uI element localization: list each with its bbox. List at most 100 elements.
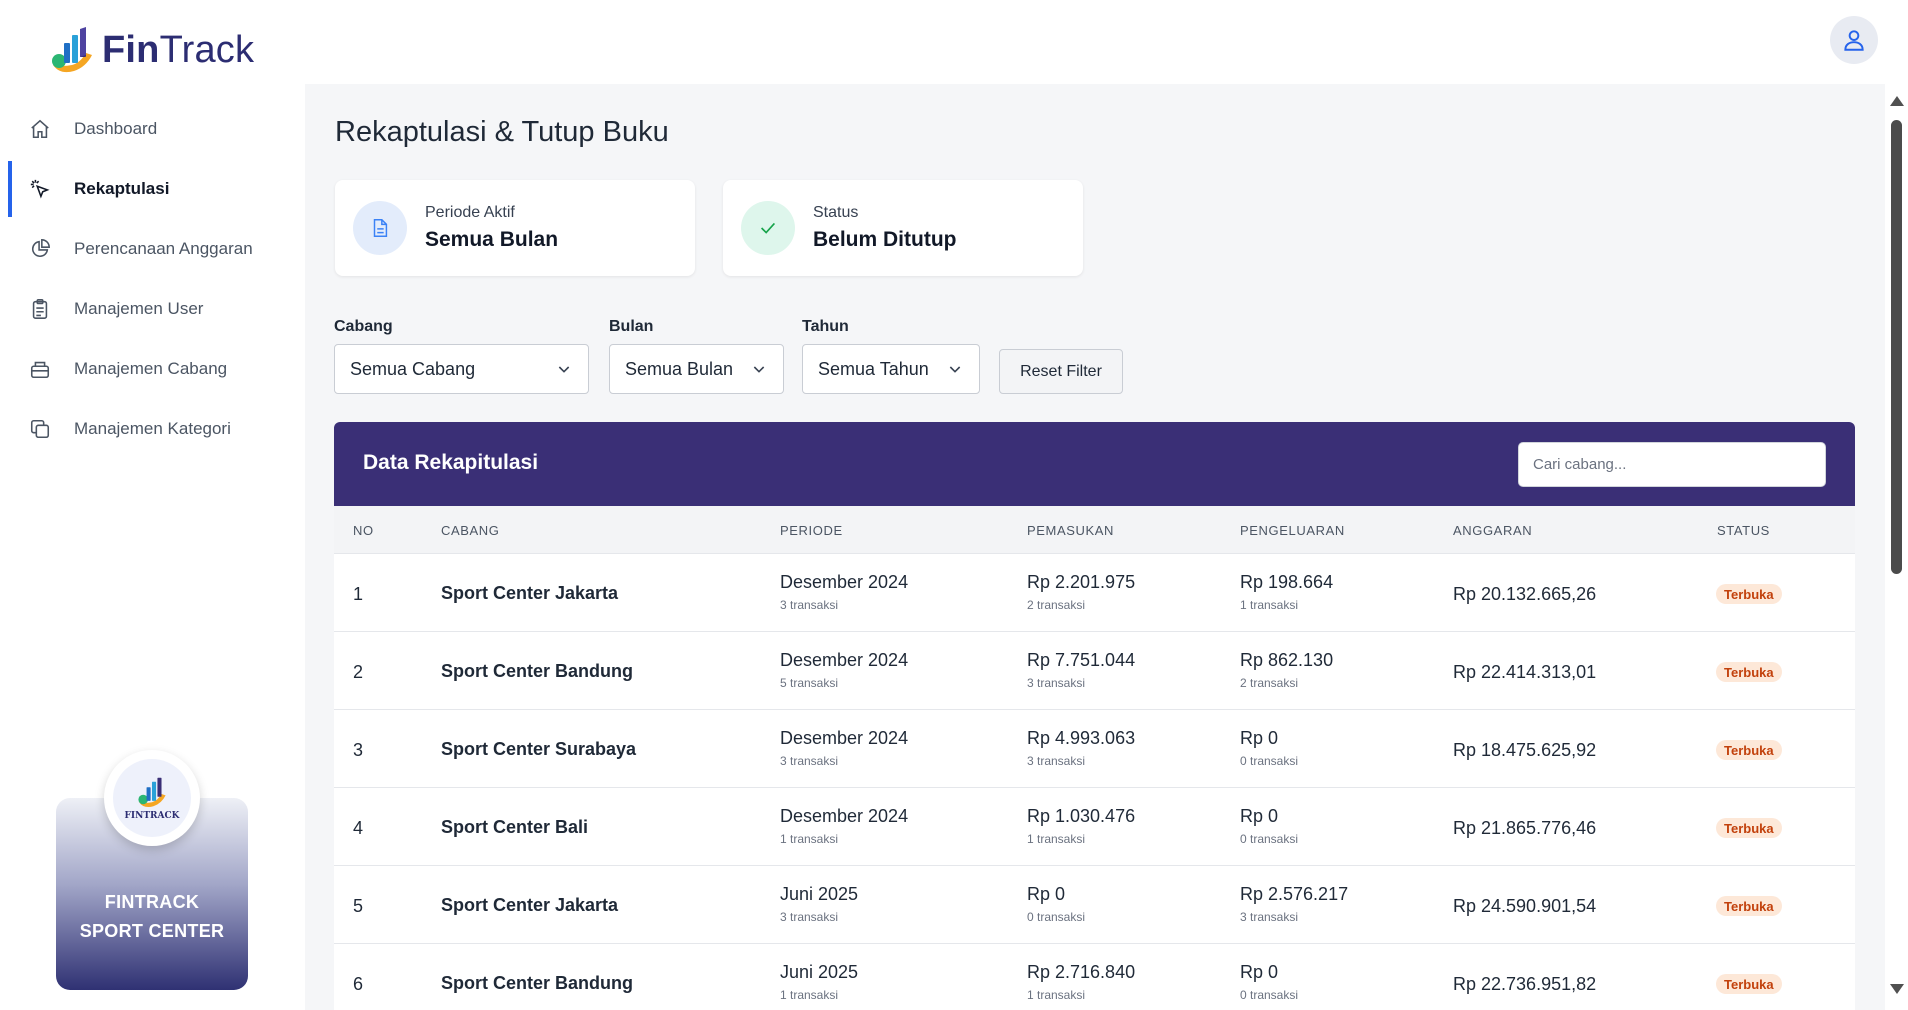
cell-pengeluaran: Rp 00 transaksi <box>1240 728 1299 768</box>
sidebar-item-label: Perencanaan Anggaran <box>74 239 253 258</box>
column-header-status[interactable]: STATUS <box>1717 523 1770 538</box>
cell-cabang: Sport Center Jakarta <box>441 583 619 603</box>
cell-anggaran: Rp 21.865.776,46 <box>1453 818 1597 838</box>
cell-periode: Desember 2024 3 transaksi <box>780 572 909 612</box>
check-icon <box>741 201 795 255</box>
sidebar-item-rekaptulasi[interactable]: Rekaptulasi <box>8 161 298 217</box>
card-value: Semua Bulan <box>425 228 559 251</box>
pie-chart-icon <box>28 237 52 261</box>
page-scrollbar[interactable] <box>1885 84 1908 1010</box>
fintrack-logo-icon <box>52 27 92 73</box>
cell-pemasukan: Rp 4.993.063 3 transaksi <box>1027 728 1136 768</box>
table-row[interactable]: 2 Sport Center Bandung Desember 2024 5 tr… <box>334 632 1855 710</box>
cell-cabang: Sport Center Bandung <box>441 973 633 993</box>
sidebar-item-manajemen-kategori[interactable]: Manajemen Kategori <box>8 401 298 457</box>
sidebar-item-label: Manajemen Cabang <box>74 359 228 378</box>
cell-no: 5 <box>353 896 364 916</box>
top-bar: FinTrack <box>0 0 1908 84</box>
cell-periode: Juni 2025 3 transaksi <box>780 884 859 924</box>
select-tahun[interactable]: Semua Tahun <box>802 344 980 394</box>
cell-pengeluaran: Rp 00 transaksi <box>1240 806 1299 846</box>
reset-filter-button[interactable]: Reset Filter <box>999 349 1123 394</box>
select-cabang[interactable]: Semua Cabang <box>334 344 589 394</box>
table-column-headers: NO CABANG PERIODE PEMASUKAN PENGELUARAN … <box>334 506 1855 554</box>
card-periode-aktif: Periode Aktif Semua Bulan <box>335 180 695 276</box>
column-header-anggaran[interactable]: ANGGARAN <box>1453 523 1532 538</box>
clipboard-icon <box>28 297 52 321</box>
cell-periode: Juni 2025 1 transaksi <box>780 962 859 1002</box>
promo-line-1: FINTRACK <box>104 892 200 912</box>
cell-cabang: Sport Center Jakarta <box>441 895 619 915</box>
table-header-bar: Data Rekapitulasi <box>334 422 1855 506</box>
sidebar-promo: FINTRACK SPORT CENTER FINTRACK <box>56 714 248 990</box>
status-badge: Terbuka <box>1716 818 1782 838</box>
cell-anggaran: Rp 24.590.901,54 <box>1453 896 1597 916</box>
card-status: Status Belum Ditutup <box>723 180 1083 276</box>
filter-label-bulan: Bulan <box>609 318 654 335</box>
cell-pengeluaran: Rp 862.130 2 transaksi <box>1240 650 1334 690</box>
copy-icon <box>28 417 52 441</box>
sidebar-item-manajemen-cabang[interactable]: Manajemen Cabang <box>8 341 298 397</box>
sidebar-item-dashboard[interactable]: Dashboard <box>8 101 298 157</box>
column-header-cabang[interactable]: CABANG <box>441 523 500 538</box>
table-row[interactable]: 5 Sport Center Jakarta Juni 2025 3 transa… <box>334 866 1855 944</box>
column-header-pengeluaran[interactable]: PENGELUARAN <box>1240 523 1345 538</box>
column-header-no[interactable]: NO <box>353 523 374 538</box>
promo-logo: FINTRACK <box>104 750 200 846</box>
scroll-thumb[interactable] <box>1891 120 1902 574</box>
brand-logo[interactable]: FinTrack <box>50 24 254 76</box>
home-icon <box>28 117 52 141</box>
scroll-up-arrow-icon[interactable] <box>1890 96 1904 106</box>
card-label: Periode Aktif <box>425 204 515 221</box>
select-bulan[interactable]: Semua Bulan <box>609 344 784 394</box>
card-value: Belum Ditutup <box>813 228 957 251</box>
cell-no: 4 <box>353 818 364 838</box>
cell-periode: Desember 2024 3 transaksi <box>780 728 909 768</box>
user-avatar-button[interactable] <box>1830 16 1878 64</box>
cell-cabang: Sport Center Bandung <box>441 661 633 681</box>
column-header-pemasukan[interactable]: PEMASUKAN <box>1027 523 1114 538</box>
cell-no: 2 <box>353 662 364 682</box>
fintrack-logo-icon <box>138 777 166 808</box>
status-badge: Terbuka <box>1716 584 1782 604</box>
promo-logo-text: FINTRACK <box>124 811 180 821</box>
cell-pengeluaran: Rp 198.664 1 transaksi <box>1240 572 1334 612</box>
cell-anggaran: Rp 22.736.951,82 <box>1453 974 1597 994</box>
filter-label-cabang: Cabang <box>334 318 393 335</box>
cell-cabang: Sport Center Bali <box>441 817 589 837</box>
table-row[interactable]: 4 Sport Center Bali Desember 2024 1 trans… <box>334 788 1855 866</box>
cell-periode: Desember 2024 1 transaksi <box>780 806 909 846</box>
sidebar-item-label: Rekaptulasi <box>74 179 170 198</box>
search-cabang-input[interactable] <box>1518 442 1826 487</box>
rekap-table-panel: Data Rekapitulasi NO CABANG PERIODE PEMA… <box>334 422 1855 1010</box>
scroll-down-arrow-icon[interactable] <box>1890 984 1904 994</box>
filter-label-tahun: Tahun <box>802 318 849 335</box>
promo-line-2: SPORT CENTER <box>79 921 225 941</box>
chevron-down-icon <box>949 366 961 373</box>
cell-pemasukan: Rp 2.201.975 2 transaksi <box>1027 572 1136 612</box>
sidebar-item-label: Manajemen Kategori <box>74 419 231 438</box>
cell-no: 3 <box>353 740 364 760</box>
table-row[interactable]: 3 Sport Center Surabaya Desember 2024 3 t… <box>334 710 1855 788</box>
table-row[interactable]: 6 Sport Center Bandung Juni 2025 1 transa… <box>334 944 1855 1010</box>
select-value: Semua Tahun <box>818 358 929 379</box>
cell-pemasukan: Rp 00 transaksi <box>1027 884 1086 924</box>
chevron-down-icon <box>753 366 765 373</box>
status-badge: Terbuka <box>1716 974 1782 994</box>
sidebar-item-label: Dashboard <box>74 119 158 138</box>
table-row[interactable]: 1 Sport Center Jakarta Desember 2024 3 tr… <box>334 554 1855 632</box>
document-icon <box>353 201 407 255</box>
column-header-periode[interactable]: PERIODE <box>780 523 843 538</box>
cell-anggaran: Rp 20.132.665,26 <box>1453 584 1597 604</box>
cursor-click-icon <box>28 177 52 201</box>
sidebar-item-perencanaan-anggaran[interactable]: Perencanaan Anggaran <box>8 221 298 277</box>
sidebar-item-manajemen-user[interactable]: Manajemen User <box>8 281 298 337</box>
main-content: Rekaptulasi & Tutup Buku Periode Aktif S… <box>305 84 1885 1010</box>
table-title: Data Rekapitulasi <box>363 451 539 474</box>
cell-no: 1 <box>353 584 364 604</box>
cell-anggaran: Rp 22.414.313,01 <box>1453 662 1597 682</box>
cell-no: 6 <box>353 974 364 994</box>
select-value: Semua Bulan <box>625 358 734 379</box>
status-badge: Terbuka <box>1716 896 1782 916</box>
user-icon <box>1844 30 1864 51</box>
